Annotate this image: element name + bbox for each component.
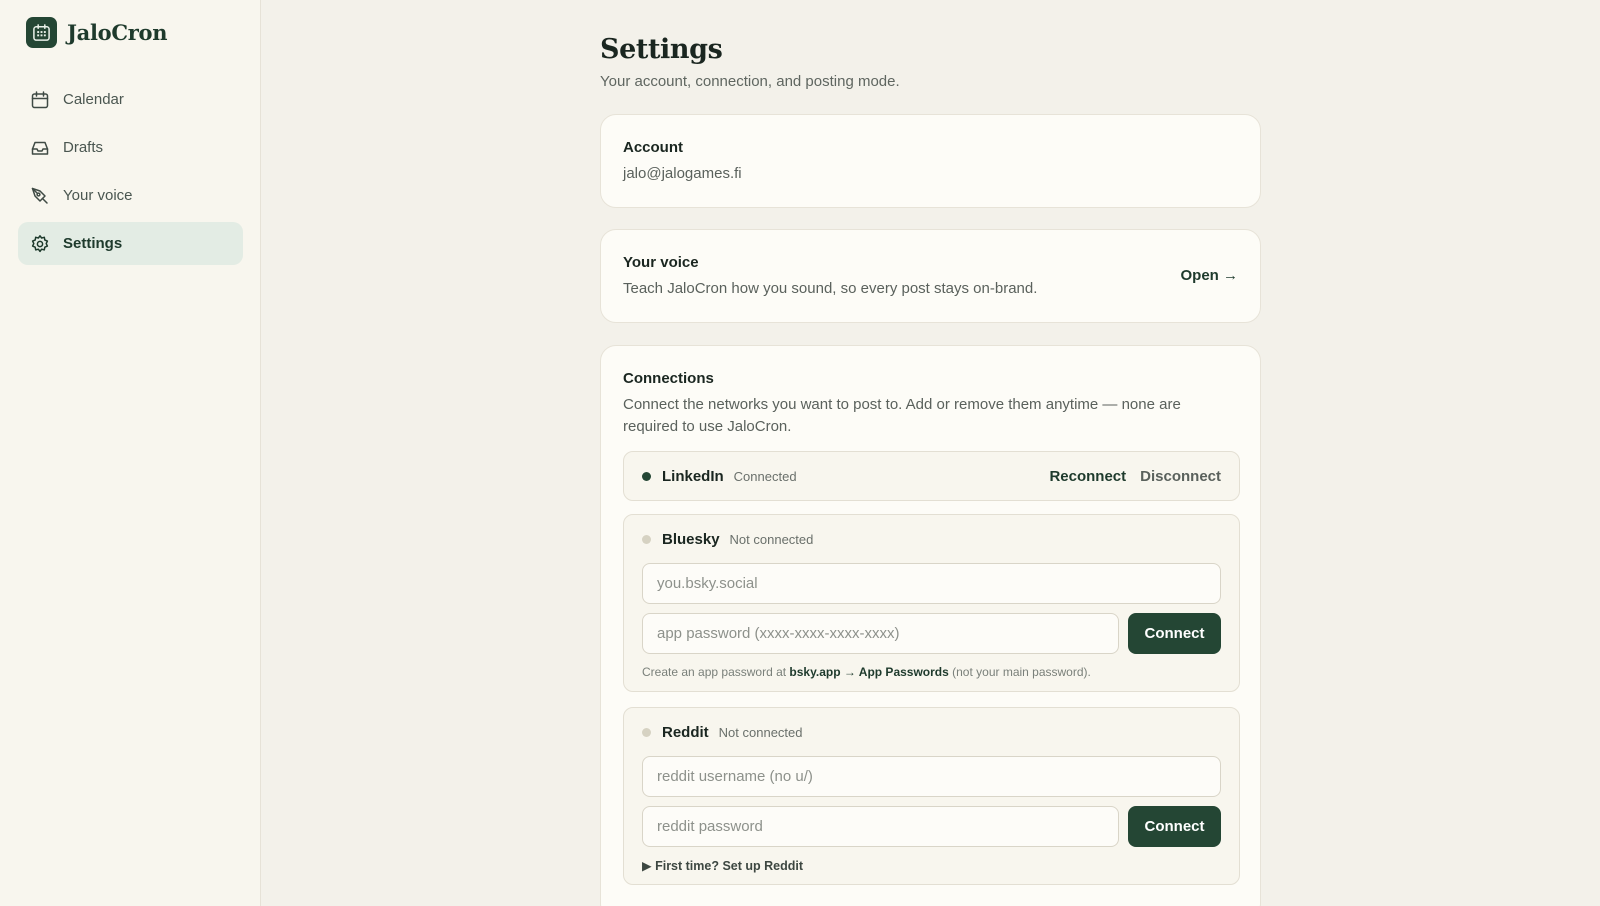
- page-title: Settings: [600, 34, 723, 65]
- voice-card: Your voice Teach JaloCron how you sound,…: [600, 229, 1261, 323]
- pen-nib-icon: [31, 187, 48, 204]
- hint-suffix: (not your main password).: [948, 665, 1091, 679]
- disconnected-status-dot: [642, 728, 651, 737]
- bluesky-app-password-input[interactable]: [642, 613, 1119, 654]
- connections-title: Connections: [623, 370, 714, 387]
- voice-title: Your voice: [623, 254, 699, 271]
- page-subtitle: Your account, connection, and posting mo…: [600, 73, 900, 90]
- connections-description: Connect the networks you want to post to…: [623, 396, 1181, 435]
- sidebar: JaloCron Calendar Drafts Your voice Sett…: [0, 0, 261, 906]
- brand-name: JaloCron: [67, 20, 168, 45]
- disconnect-button[interactable]: Disconnect: [1140, 468, 1221, 485]
- connections-card: Connections Connect the networks you wan…: [600, 345, 1261, 906]
- bluesky-handle-input[interactable]: [642, 563, 1221, 604]
- sidebar-item-your-voice[interactable]: Your voice: [18, 174, 243, 217]
- gear-icon: [31, 234, 49, 252]
- bluesky-connection: Bluesky Not connected Connect Create an …: [623, 514, 1240, 692]
- reddit-connection: Reddit Not connected Connect ▶ First tim…: [623, 707, 1240, 885]
- sidebar-nav: Calendar Drafts Your voice Settings: [18, 78, 243, 270]
- connection-status: Not connected: [718, 725, 803, 740]
- sidebar-item-settings[interactable]: Settings: [18, 222, 243, 265]
- connection-status: Connected: [733, 469, 797, 484]
- network-name: Bluesky: [662, 531, 720, 548]
- hint-prefix: Create an app password at: [642, 665, 790, 679]
- sidebar-item-label: Settings: [63, 235, 123, 252]
- calendar-icon: [31, 90, 49, 108]
- sidebar-item-label: Calendar: [63, 91, 124, 108]
- open-voice-link[interactable]: Open →: [1180, 267, 1238, 284]
- account-title: Account: [623, 139, 683, 156]
- reddit-connect-button[interactable]: Connect: [1128, 806, 1221, 847]
- reddit-username-input[interactable]: [642, 756, 1221, 797]
- connection-status: Not connected: [729, 532, 814, 547]
- connected-status-dot: [642, 472, 651, 481]
- bluesky-hint: Create an app password at bsky.app → App…: [642, 665, 1091, 679]
- bluesky-connect-button[interactable]: Connect: [1128, 613, 1221, 654]
- inbox-icon: [31, 141, 49, 155]
- brand[interactable]: JaloCron: [26, 17, 167, 48]
- reddit-password-input[interactable]: [642, 806, 1119, 847]
- sidebar-item-label: Drafts: [63, 139, 104, 156]
- bsky-app-passwords-link[interactable]: bsky.app → App Passwords: [789, 665, 948, 679]
- sidebar-item-calendar[interactable]: Calendar: [18, 78, 243, 121]
- network-name: LinkedIn: [662, 468, 724, 485]
- sidebar-item-drafts[interactable]: Drafts: [18, 126, 243, 169]
- calendar-logo-icon: [26, 17, 57, 48]
- voice-description: Teach JaloCron how you sound, so every p…: [623, 280, 1038, 297]
- account-card: Account jalo@jalogames.fi: [600, 114, 1261, 208]
- reconnect-button[interactable]: Reconnect: [1049, 468, 1126, 485]
- disconnected-status-dot: [642, 535, 651, 544]
- sidebar-item-label: Your voice: [63, 187, 133, 204]
- reddit-setup-disclosure[interactable]: ▶ First time? Set up Reddit: [642, 858, 803, 873]
- network-name: Reddit: [662, 724, 709, 741]
- linkedin-connection: LinkedIn Connected Reconnect Disconnect: [623, 451, 1240, 501]
- account-email: jalo@jalogames.fi: [623, 165, 742, 182]
